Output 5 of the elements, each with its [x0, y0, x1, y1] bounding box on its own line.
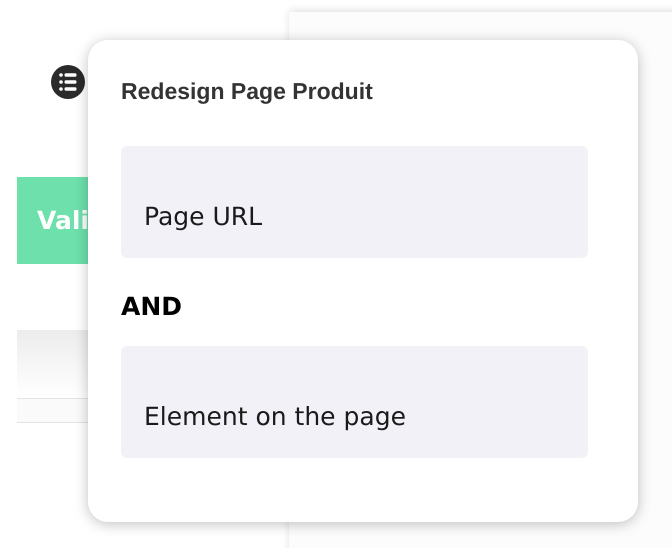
popup-title: Redesign Page Produit: [121, 78, 374, 105]
condition-field[interactable]: Page URL: [121, 146, 588, 258]
condition-field[interactable]: Element on the page: [121, 346, 588, 458]
list-icon[interactable]: [51, 65, 85, 99]
operator-label: AND: [121, 292, 184, 321]
